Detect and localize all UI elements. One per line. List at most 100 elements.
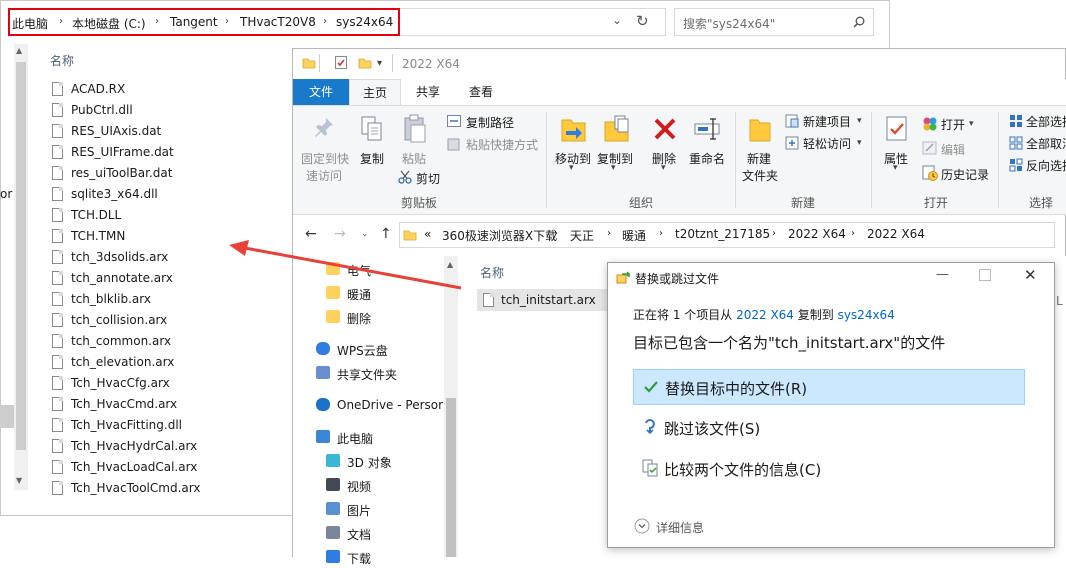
- new-item-icon[interactable]: [785, 114, 799, 128]
- easy-access-icon[interactable]: [785, 136, 799, 150]
- tab-view[interactable]: 查看: [457, 79, 505, 105]
- properties-icon[interactable]: [885, 115, 909, 143]
- file-name: tch_annotate.arx: [71, 271, 173, 285]
- new-folder-label-line1[interactable]: 新建: [747, 150, 771, 167]
- cut-label[interactable]: 剪切: [416, 170, 440, 187]
- scroll-up-icon[interactable]: ▲: [16, 46, 22, 55]
- history-icon[interactable]: [922, 165, 938, 181]
- copy-icon[interactable]: [360, 115, 384, 143]
- new-folder-icon[interactable]: [748, 114, 772, 144]
- nav-item[interactable]: 删除: [326, 306, 440, 328]
- nav-item[interactable]: 图片: [326, 498, 440, 520]
- easy-access-dropdown-icon[interactable]: ▾: [857, 138, 862, 148]
- close-icon[interactable]: ✕: [1024, 266, 1037, 284]
- paste-icon[interactable]: [402, 114, 428, 144]
- copy-path-label[interactable]: 复制路径: [466, 114, 514, 131]
- minimize-icon[interactable]: —: [936, 267, 949, 282]
- back-address-bar[interactable]: 此电脑 › 本地磁盘 (C:) › Tangent › THvacT20V8 ›…: [8, 8, 400, 36]
- address-bar-extension[interactable]: ⌄ ↻: [400, 8, 666, 36]
- pin-quick-access-label-line1[interactable]: 固定到快: [301, 150, 349, 167]
- breadcrumb-this-pc[interactable]: 此电脑: [12, 15, 48, 32]
- breadcrumb-tangent[interactable]: Tangent: [170, 15, 218, 29]
- tab-file[interactable]: 文件: [293, 79, 349, 105]
- nav-item[interactable]: 视频: [326, 474, 440, 496]
- copy-path-icon[interactable]: [447, 115, 461, 127]
- cut-icon[interactable]: [398, 170, 412, 184]
- new-folder-label-line2[interactable]: 文件夹: [742, 167, 778, 184]
- copy-to-dropdown-icon[interactable]: ▾: [611, 163, 616, 173]
- replace-or-skip-dialog: [607, 262, 1055, 548]
- nav-item[interactable]: WPS云盘: [316, 338, 440, 360]
- move-to-icon[interactable]: [560, 114, 588, 144]
- paste-label[interactable]: 粘贴: [402, 150, 426, 167]
- column-header-name[interactable]: 名称: [50, 52, 74, 69]
- file-row-selected[interactable]: tch_initstart.arx: [477, 289, 617, 311]
- option-replace[interactable]: 替换目标中的文件(R): [633, 369, 1025, 405]
- paste-shortcut-icon[interactable]: [447, 137, 461, 151]
- select-all-label[interactable]: 全部选择: [1026, 113, 1066, 130]
- move-to-dropdown-icon[interactable]: ▾: [569, 163, 574, 173]
- scroll-down-icon[interactable]: ▼: [16, 476, 22, 485]
- nav-item[interactable]: 3D 对象: [326, 450, 440, 472]
- invert-selection-label[interactable]: 反向选择: [1026, 157, 1066, 174]
- select-all-icon[interactable]: [1009, 114, 1024, 129]
- nav-item[interactable]: 文档: [326, 522, 440, 544]
- select-none-label[interactable]: 全部取消: [1026, 135, 1066, 152]
- easy-access-label[interactable]: 轻松访问: [803, 135, 851, 152]
- rename-icon[interactable]: [694, 116, 722, 142]
- copy-label[interactable]: 复制: [360, 150, 384, 167]
- search-icon[interactable]: [853, 16, 865, 28]
- address-crumb-2022x64-b[interactable]: 2022 X64: [867, 227, 925, 241]
- tab-share[interactable]: 共享: [405, 79, 451, 105]
- destination-link[interactable]: sys24x64: [838, 308, 895, 322]
- copy-to-icon[interactable]: [603, 114, 631, 144]
- paste-shortcut-label[interactable]: 粘贴快捷方式: [466, 136, 538, 153]
- open-icon[interactable]: [922, 116, 938, 132]
- address-crumb-tangent[interactable]: 天正: [570, 227, 594, 244]
- nav-item[interactable]: 共享文件夹: [316, 362, 440, 384]
- dropdown-chevron-icon[interactable]: ⌄: [612, 13, 622, 27]
- edit-icon[interactable]: [922, 141, 938, 155]
- expand-details-icon[interactable]: [634, 518, 650, 534]
- nav-item[interactable]: 此电脑: [316, 426, 440, 448]
- new-folder-quick-icon[interactable]: [358, 56, 372, 70]
- history-label[interactable]: 历史记录: [941, 166, 989, 183]
- rename-label[interactable]: 重命名: [689, 150, 725, 167]
- search-box[interactable]: 搜索"sys24x64": [674, 8, 874, 36]
- refresh-icon[interactable]: ↻: [636, 12, 649, 30]
- invert-selection-icon[interactable]: [1009, 158, 1024, 173]
- back-scrollbar-thumb[interactable]: [16, 62, 26, 450]
- open-label[interactable]: 打开: [941, 116, 965, 133]
- open-dropdown-icon[interactable]: ▾: [969, 119, 974, 129]
- window-title: 2022 X64: [402, 57, 460, 71]
- option-compare[interactable]: 比较两个文件的信息(C): [633, 451, 1025, 487]
- breadcrumb-sys24x64[interactable]: sys24x64: [336, 15, 393, 29]
- maximize-icon[interactable]: [979, 269, 991, 281]
- address-crumb-2022x64-a[interactable]: 2022 X64: [788, 227, 846, 241]
- breadcrumb-local-disk[interactable]: 本地磁盘 (C:): [72, 15, 146, 32]
- tab-home[interactable]: 主页: [349, 79, 401, 105]
- delete-icon[interactable]: [653, 117, 677, 141]
- source-link[interactable]: 2022 X64: [736, 308, 794, 322]
- nav-scrollbar-thumb[interactable]: [446, 398, 456, 557]
- details-label[interactable]: 详细信息: [656, 519, 704, 536]
- address-crumb-hvac[interactable]: 暖通: [622, 227, 646, 244]
- option-skip[interactable]: 跳过该文件(S): [633, 410, 1025, 446]
- customize-quick-access-icon[interactable]: ▾: [377, 58, 382, 69]
- pin-quick-access-label-line2[interactable]: 速访问: [306, 167, 342, 184]
- address-crumb-t20tznt[interactable]: t20tznt_217185: [675, 227, 770, 241]
- delete-dropdown-icon[interactable]: ▾: [661, 163, 666, 173]
- breadcrumb-thvact20v8[interactable]: THvacT20V8: [240, 15, 316, 29]
- nav-item[interactable]: 下载: [326, 546, 440, 568]
- properties-quick-icon[interactable]: [334, 55, 348, 70]
- properties-dropdown-icon[interactable]: ▾: [893, 163, 898, 173]
- new-item-dropdown-icon[interactable]: ▾: [857, 116, 862, 126]
- new-item-label[interactable]: 新建项目: [803, 113, 851, 130]
- edit-label[interactable]: 编辑: [941, 141, 965, 158]
- pin-icon[interactable]: [313, 116, 335, 140]
- select-none-icon[interactable]: [1009, 136, 1024, 151]
- front-address-bar[interactable]: « 360极速浏览器X下载 › 天正 › 暖通 › t20tznt_217185…: [399, 222, 1055, 248]
- folder-icon: [302, 58, 316, 69]
- column-header-name[interactable]: 名称: [480, 264, 504, 281]
- nav-item[interactable]: OneDrive - Persor: [316, 394, 443, 416]
